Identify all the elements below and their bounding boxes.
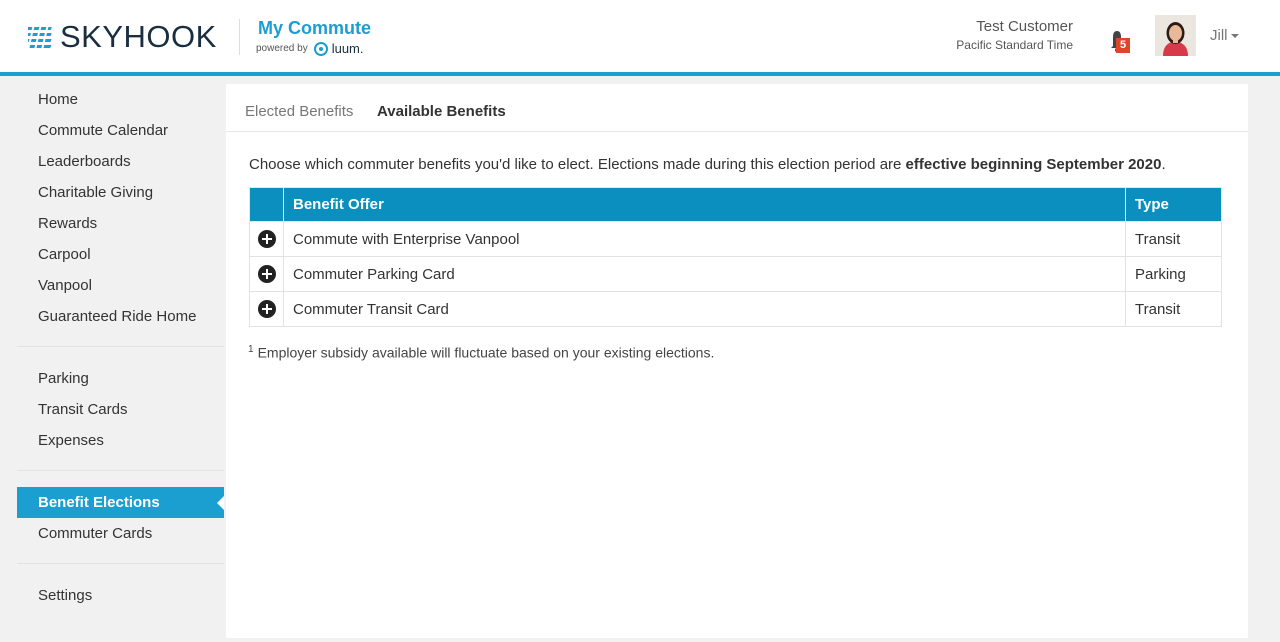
right-gutter	[1248, 84, 1280, 642]
powered-by: powered by luum.	[256, 40, 364, 56]
plus-circle-icon[interactable]	[257, 265, 276, 284]
tab-elected-benefits[interactable]: Elected Benefits	[245, 103, 353, 120]
plus-circle-icon[interactable]	[257, 300, 276, 319]
table-header-offer: Benefit Offer	[283, 187, 1126, 222]
benefit-offer: Commuter Transit Card	[283, 291, 1126, 327]
user-menu-dropdown[interactable]: Jill	[1210, 27, 1239, 44]
user-name: Test Customer	[976, 18, 1073, 35]
benefit-type: Parking	[1125, 256, 1222, 292]
nav-group-benefits: Benefit Elections Commuter Cards	[17, 487, 224, 564]
plus-circle-icon[interactable]	[257, 230, 276, 249]
sidebar-item-guaranteed-ride-home[interactable]: Guaranteed Ride Home	[17, 301, 224, 332]
sidebar-nav: Home Commute Calendar Leaderboards Chari…	[17, 84, 224, 611]
tab-bar: Elected Benefits Available Benefits	[226, 84, 1248, 132]
nav-group-main: Home Commute Calendar Leaderboards Chari…	[17, 84, 224, 347]
footnote: 1 Employer subsidy available will fluctua…	[248, 344, 714, 361]
user-info: Test Customer Pacific Standard Time	[956, 18, 1073, 52]
notification-badge: 5	[1116, 38, 1130, 53]
sidebar-item-home[interactable]: Home	[17, 84, 224, 115]
table-row[interactable]: Commuter Transit Card Transit	[249, 291, 1222, 327]
sidebar-item-benefit-elections[interactable]: Benefit Elections	[17, 487, 224, 518]
benefit-offer: Commute with Enterprise Vanpool	[283, 221, 1126, 257]
benefit-offer: Commuter Parking Card	[283, 256, 1126, 292]
sidebar-item-leaderboards[interactable]: Leaderboards	[17, 146, 224, 177]
table-row[interactable]: Commute with Enterprise Vanpool Transit	[249, 221, 1222, 257]
chevron-down-icon	[1230, 34, 1239, 39]
add-benefit-cell[interactable]	[249, 221, 284, 257]
intro-text: Choose which commuter benefits you'd lik…	[249, 156, 1166, 173]
sidebar-item-commute-calendar[interactable]: Commute Calendar	[17, 115, 224, 146]
sidebar-item-charitable-giving[interactable]: Charitable Giving	[17, 177, 224, 208]
sidebar-item-settings[interactable]: Settings	[17, 580, 224, 611]
skyhook-logo-mark-icon	[28, 24, 52, 50]
sidebar-item-vanpool[interactable]: Vanpool	[17, 270, 224, 301]
benefit-type: Transit	[1125, 291, 1222, 327]
skyhook-logo[interactable]: SKYHOOK	[28, 20, 217, 54]
table-header-type: Type	[1125, 187, 1222, 222]
nav-group-settings: Settings	[17, 580, 224, 611]
sidebar-item-carpool[interactable]: Carpool	[17, 239, 224, 270]
sidebar-item-expenses[interactable]: Expenses	[17, 425, 224, 456]
main-panel: Elected Benefits Available Benefits Choo…	[226, 84, 1248, 638]
intro-text-main: Choose which commuter benefits you'd lik…	[249, 156, 906, 173]
luum-logo-icon	[313, 42, 328, 56]
partner-name: luum.	[331, 40, 364, 56]
intro-text-bold: effective beginning September 2020	[905, 156, 1162, 173]
benefits-table: Benefit Offer Type Commute with Enterpri…	[249, 187, 1222, 327]
table-header-row: Benefit Offer Type	[249, 187, 1222, 222]
app-title[interactable]: My Commute	[258, 18, 371, 39]
footnote-mark: 1	[248, 344, 254, 355]
tab-available-benefits[interactable]: Available Benefits	[377, 103, 506, 120]
avatar-image	[1155, 15, 1196, 56]
avatar[interactable]	[1155, 15, 1196, 56]
user-menu-label: Jill	[1210, 27, 1228, 44]
sidebar-item-parking[interactable]: Parking	[17, 363, 224, 394]
table-header-blank	[249, 187, 284, 222]
logo-text: SKYHOOK	[60, 19, 217, 54]
user-timezone: Pacific Standard Time	[956, 38, 1073, 52]
add-benefit-cell[interactable]	[249, 291, 284, 327]
benefit-type: Transit	[1125, 221, 1222, 257]
add-benefit-cell[interactable]	[249, 256, 284, 292]
top-header: SKYHOOK My Commute powered by luum. Test…	[0, 0, 1280, 76]
powered-by-label: powered by	[256, 42, 308, 54]
nav-group-services: Parking Transit Cards Expenses	[17, 363, 224, 471]
table-row[interactable]: Commuter Parking Card Parking	[249, 256, 1222, 292]
sidebar-item-rewards[interactable]: Rewards	[17, 208, 224, 239]
sidebar-item-transit-cards[interactable]: Transit Cards	[17, 394, 224, 425]
intro-text-end: .	[1161, 156, 1166, 173]
header-divider	[239, 19, 240, 55]
sidebar-item-commuter-cards[interactable]: Commuter Cards	[17, 518, 224, 549]
footnote-text: Employer subsidy available will fluctuat…	[257, 344, 715, 361]
